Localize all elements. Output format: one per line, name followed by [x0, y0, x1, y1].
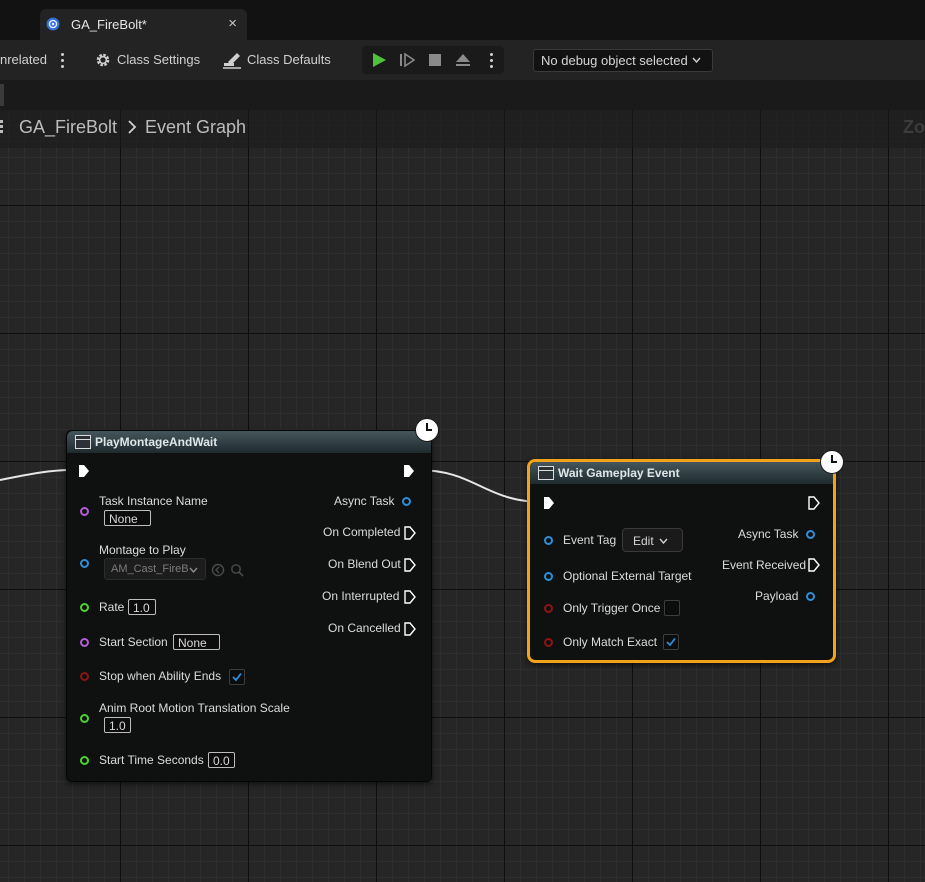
event-tag-pin[interactable] — [544, 536, 553, 545]
start-time-field[interactable]: 0.0 — [208, 752, 235, 768]
rate-label: Rate — [99, 600, 125, 614]
task-instance-name-label: Task Instance Name — [99, 494, 208, 508]
node-title: PlayMontageAndWait — [95, 435, 218, 449]
tab-ga-firebolt[interactable]: GA_FireBolt* × — [40, 9, 247, 40]
play-options-icon[interactable] — [490, 53, 493, 71]
on-blend-out-pin[interactable] — [404, 558, 416, 572]
stop-when-ends-pin[interactable] — [80, 672, 89, 681]
function-icon — [538, 466, 554, 480]
eject-icon[interactable] — [455, 52, 471, 68]
optional-target-label: Optional External Target — [563, 569, 692, 583]
search-icon[interactable] — [230, 563, 244, 577]
play-icon[interactable] — [371, 52, 387, 68]
event-tag-edit-button[interactable]: Edit — [622, 528, 683, 552]
exec-out-pin[interactable] — [403, 464, 415, 478]
async-task-pin[interactable] — [402, 497, 411, 506]
debug-object-select[interactable]: No debug object selected — [533, 49, 713, 72]
on-blend-out-label: On Blend Out — [328, 557, 401, 571]
start-section-pin[interactable] — [80, 638, 89, 647]
node-title: Wait Gameplay Event — [558, 466, 680, 480]
exec-out-pin[interactable] — [808, 496, 820, 510]
checkmark-icon — [666, 637, 676, 647]
anim-root-label: Anim Root Motion Translation Scale — [99, 701, 290, 715]
payload-pin[interactable] — [806, 592, 815, 601]
use-selected-asset-icon[interactable] — [211, 563, 225, 577]
breadcrumb — [0, 110, 925, 148]
task-instance-name-pin[interactable] — [80, 507, 89, 516]
debug-object-label: No debug object selected — [541, 53, 688, 68]
blueprint-icon — [46, 17, 60, 31]
zoom-label: Zoom — [903, 117, 925, 137]
montage-asset-value: AM_Cast_FireB — [111, 563, 189, 575]
latent-clock-icon — [415, 418, 439, 442]
montage-to-play-pin[interactable] — [80, 559, 89, 568]
only-match-exact-label: Only Match Exact — [563, 635, 658, 649]
only-trigger-once-pin[interactable] — [544, 604, 553, 613]
class-settings-button[interactable]: Class Settings — [117, 52, 200, 67]
event-tag-label: Event Tag — [563, 533, 617, 547]
secondary-bar — [0, 80, 925, 110]
chevron-down-icon — [659, 538, 668, 544]
exec-in-pin[interactable] — [78, 464, 90, 478]
chevron-right-icon — [128, 120, 137, 134]
more-options-icon[interactable] — [61, 53, 64, 71]
async-task-label: Async Task — [738, 527, 799, 541]
on-cancelled-label: On Cancelled — [328, 621, 401, 635]
stop-when-ends-label: Stop when Ability Ends — [99, 669, 222, 683]
exec-in-pin[interactable] — [543, 496, 555, 510]
on-interrupted-pin[interactable] — [404, 590, 416, 604]
checkmark-icon — [232, 672, 242, 682]
on-cancelled-pin[interactable] — [404, 622, 416, 636]
tab-bar: GA_FireBolt* × — [0, 0, 925, 40]
node-header[interactable]: Wait Gameplay Event — [530, 462, 833, 484]
start-time-pin[interactable] — [80, 756, 89, 765]
stop-when-ends-checkbox[interactable] — [229, 669, 245, 685]
rate-pin[interactable] — [80, 603, 89, 612]
payload-label: Payload — [755, 589, 799, 603]
rate-field[interactable]: 1.0 — [128, 599, 156, 615]
gear-icon[interactable] — [94, 51, 112, 69]
stop-icon[interactable] — [427, 52, 443, 68]
event-received-label: Event Received — [722, 558, 807, 572]
only-trigger-once-checkbox[interactable] — [664, 600, 680, 616]
latent-clock-icon — [820, 450, 844, 474]
event-received-pin[interactable] — [808, 558, 820, 572]
function-icon — [75, 435, 91, 449]
close-icon[interactable]: × — [228, 15, 237, 32]
start-time-label: Start Time Seconds — [99, 753, 204, 767]
chevron-down-icon — [692, 57, 701, 63]
step-icon[interactable] — [399, 52, 415, 68]
optional-target-pin[interactable] — [544, 572, 553, 581]
only-match-exact-pin[interactable] — [544, 638, 553, 647]
async-task-label: Async Task — [334, 494, 395, 508]
only-trigger-once-label: Only Trigger Once — [563, 601, 661, 615]
async-task-pin[interactable] — [806, 530, 815, 539]
class-defaults-button[interactable]: Class Defaults — [247, 52, 331, 67]
start-section-label: Start Section — [99, 635, 168, 649]
montage-asset-select[interactable]: AM_Cast_FireB — [104, 558, 206, 580]
on-interrupted-label: On Interrupted — [322, 589, 400, 603]
anim-root-pin[interactable] — [80, 714, 89, 723]
on-completed-label: On Completed — [323, 525, 401, 539]
start-section-field[interactable]: None — [173, 634, 220, 650]
on-completed-pin[interactable] — [404, 526, 416, 540]
breadcrumb-asset[interactable]: GA_FireBolt — [19, 117, 117, 138]
montage-to-play-label: Montage to Play — [99, 543, 186, 557]
chevron-down-icon — [189, 567, 198, 573]
edit-label: Edit — [633, 534, 654, 548]
tab-title: GA_FireBolt* — [71, 17, 147, 32]
grip-icon[interactable] — [0, 120, 4, 134]
toolbar-related-label[interactable]: nrelated — [0, 52, 47, 67]
node-header[interactable]: PlayMontageAndWait — [67, 431, 431, 453]
anim-root-field[interactable]: 1.0 — [104, 717, 131, 733]
task-instance-name-field[interactable]: None — [104, 510, 151, 526]
only-match-exact-checkbox[interactable] — [663, 634, 679, 650]
class-defaults-icon[interactable] — [222, 50, 242, 70]
breadcrumb-graph[interactable]: Event Graph — [145, 117, 246, 138]
